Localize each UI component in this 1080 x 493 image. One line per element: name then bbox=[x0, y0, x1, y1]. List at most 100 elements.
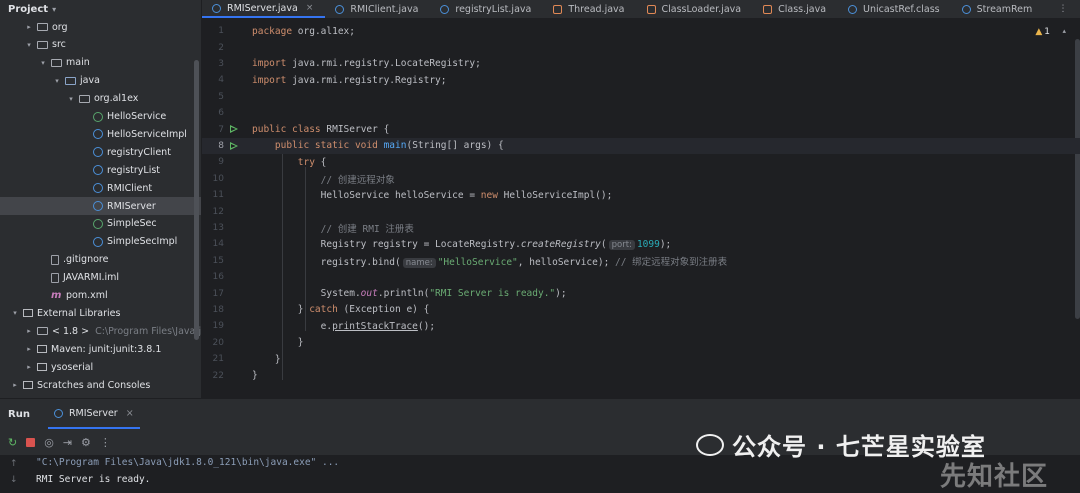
exit-icon[interactable]: ⇥ bbox=[63, 436, 72, 449]
code-line[interactable]: 17 System.out.println("RMI Server is rea… bbox=[202, 285, 1080, 301]
project-header[interactable]: Project ▾ bbox=[0, 0, 201, 18]
code-token: package bbox=[252, 25, 293, 37]
tab-registrylist-java[interactable]: registryList.java bbox=[430, 0, 543, 18]
chevron-down-icon[interactable]: ▾ bbox=[52, 5, 56, 14]
more-tabs-icon[interactable]: ⋮ bbox=[1059, 4, 1068, 14]
code-token: , helloService); bbox=[517, 256, 616, 268]
more-icon[interactable]: ⋮ bbox=[100, 436, 111, 449]
tree-HelloServiceImpl[interactable]: HelloServiceImpl bbox=[0, 125, 201, 143]
code-line[interactable]: 18 } catch (Exception e) { bbox=[202, 302, 1080, 318]
tree-junit[interactable]: ▸ Maven: junit:junit:3.8.1 bbox=[0, 340, 201, 358]
scroll-up-icon[interactable]: ↑ bbox=[10, 459, 18, 469]
code-line[interactable]: 4 import java.rmi.registry.Registry; bbox=[202, 72, 1080, 88]
code-line[interactable]: 21 } bbox=[202, 351, 1080, 367]
tree-registryClient[interactable]: registryClient bbox=[0, 143, 201, 161]
tab-streamrem[interactable]: StreamRem bbox=[952, 0, 1045, 18]
tab-unicastref-class[interactable]: UnicastRef.class bbox=[838, 0, 952, 18]
settings-icon[interactable]: ⚙ bbox=[81, 436, 91, 449]
code-line[interactable]: 19 e.printStackTrace(); bbox=[202, 318, 1080, 334]
code-line[interactable]: 20 } bbox=[202, 335, 1080, 351]
code-line[interactable]: 7 public class RMIServer { bbox=[202, 121, 1080, 137]
tree-gitignore[interactable]: .gitignore bbox=[0, 251, 201, 269]
tab-rmiserver-java[interactable]: RMIServer.java × bbox=[202, 0, 326, 18]
run-icon[interactable] bbox=[230, 141, 238, 150]
tab-thread-java[interactable]: Thread.java bbox=[543, 0, 636, 18]
line-number: 6 bbox=[218, 108, 224, 119]
code-line[interactable]: 12 bbox=[202, 203, 1080, 219]
tree-HelloService[interactable]: HelloService bbox=[0, 108, 201, 126]
code-line[interactable]: 14 Registry registry = LocateRegistry.cr… bbox=[202, 236, 1080, 252]
tree-label: < 1.8 > bbox=[52, 325, 90, 337]
close-icon[interactable]: × bbox=[306, 3, 314, 13]
tree-main[interactable]: ▾ main bbox=[0, 54, 201, 72]
code-line[interactable]: 13 // 创建 RMI 注册表 bbox=[202, 220, 1080, 236]
chevron-down-icon[interactable]: ▾ bbox=[38, 59, 48, 67]
tree-label: src bbox=[52, 39, 66, 51]
tab-classloader-java[interactable]: ClassLoader.java bbox=[637, 0, 754, 18]
code-line[interactable]: 6 bbox=[202, 105, 1080, 121]
stop-icon[interactable] bbox=[26, 437, 36, 447]
tree-java[interactable]: ▾ java bbox=[0, 72, 201, 90]
chevron-right-icon[interactable]: ▸ bbox=[24, 345, 34, 353]
tree-RMIServer[interactable]: RMIServer bbox=[0, 197, 201, 215]
code-token: } bbox=[252, 353, 281, 365]
class-icon bbox=[53, 408, 63, 418]
code-line[interactable]: 9 try { bbox=[202, 154, 1080, 170]
code-line[interactable]: 10 // 创建远程对象 bbox=[202, 171, 1080, 187]
project-scrollbar[interactable] bbox=[194, 60, 199, 340]
tab-label: UnicastRef.class bbox=[863, 3, 940, 15]
rerun-icon[interactable]: ↻ bbox=[8, 436, 17, 449]
tree-SimpleSecImpl[interactable]: SimpleSecImpl bbox=[0, 233, 201, 251]
code-line[interactable]: 3 import java.rmi.registry.LocateRegistry… bbox=[202, 56, 1080, 72]
tree-external-libraries[interactable]: ▾ External Libraries bbox=[0, 304, 201, 322]
code-line[interactable]: 22} bbox=[202, 367, 1080, 383]
chevron-right-icon[interactable]: ▸ bbox=[24, 23, 34, 31]
chevron-down-icon[interactable]: ▾ bbox=[52, 77, 62, 85]
tree-SimpleSec[interactable]: SimpleSec bbox=[0, 215, 201, 233]
tree-iml[interactable]: JAVARMI.iml bbox=[0, 269, 201, 287]
code-line[interactable]: 15 registry.bind(name: "HelloService", he… bbox=[202, 253, 1080, 269]
class-icon bbox=[961, 4, 971, 14]
code-token: // 创建 RMI 注册表 bbox=[320, 223, 414, 235]
tree-pom[interactable]: m pom.xml bbox=[0, 287, 201, 305]
run-icon[interactable] bbox=[230, 125, 238, 134]
chevron-down-icon[interactable]: ▾ bbox=[24, 41, 34, 49]
chevron-right-icon[interactable]: ▸ bbox=[24, 327, 34, 335]
code-line[interactable]: 5 bbox=[202, 89, 1080, 105]
tree-ysoserial[interactable]: ▸ ysoserial bbox=[0, 358, 201, 376]
tab-class-java[interactable]: Class.java bbox=[753, 0, 838, 18]
chevron-down-icon[interactable]: ▾ bbox=[10, 309, 20, 317]
code-line[interactable]: 2 bbox=[202, 39, 1080, 55]
code-token: "RMI Server is ready." bbox=[429, 288, 556, 300]
line-number: 10 bbox=[212, 173, 224, 184]
tree-src[interactable]: ▾ src bbox=[0, 36, 201, 54]
close-icon[interactable]: × bbox=[126, 408, 134, 419]
tree-RMIClient[interactable]: RMIClient bbox=[0, 179, 201, 197]
scroll-down-icon[interactable]: ↓ bbox=[10, 475, 18, 485]
code-line[interactable]: 16 bbox=[202, 269, 1080, 285]
line-number: 20 bbox=[212, 337, 224, 348]
chevron-right-icon[interactable]: ▸ bbox=[24, 363, 34, 371]
code-editor[interactable]: ▲ 1 ▴ 1 package org.al1ex; 2 3 import java.rm… bbox=[202, 19, 1080, 398]
tree-jdk[interactable]: ▸ < 1.8 > C:\Program Files\Java\jdk1 bbox=[0, 322, 201, 340]
chevron-right-icon[interactable]: ▸ bbox=[10, 381, 20, 389]
code-line[interactable]: 11 HelloService helloService = new Hello… bbox=[202, 187, 1080, 203]
code-token: } bbox=[252, 337, 304, 349]
tree-scratches[interactable]: ▸ Scratches and Consoles bbox=[0, 376, 201, 394]
code-line[interactable]: 8 public static void main(String[] args)… bbox=[202, 137, 1080, 155]
code-text: HelloService helloService = new HelloSer… bbox=[252, 190, 613, 201]
code-token: printStackTrace bbox=[332, 320, 418, 332]
code-text: package org.al1ex; bbox=[252, 26, 355, 37]
tab-label: Thread.java bbox=[568, 3, 625, 15]
library-icon bbox=[37, 345, 47, 354]
chevron-down-icon[interactable]: ▾ bbox=[66, 95, 76, 103]
tree-package[interactable]: ▾ org.al1ex bbox=[0, 90, 201, 108]
code-line[interactable]: 1 package org.al1ex; bbox=[202, 23, 1080, 39]
tabs-menu[interactable]: ⋮ bbox=[1046, 0, 1080, 18]
tree-registryList[interactable]: registryList bbox=[0, 161, 201, 179]
tree-org[interactable]: ▸ org bbox=[0, 18, 201, 36]
gutter bbox=[224, 105, 252, 121]
tab-rmiclient-java[interactable]: RMIClient.java bbox=[325, 0, 430, 18]
tab-run-config[interactable]: RMIServer × bbox=[47, 399, 140, 429]
camera-icon[interactable]: ◎ bbox=[44, 436, 54, 449]
